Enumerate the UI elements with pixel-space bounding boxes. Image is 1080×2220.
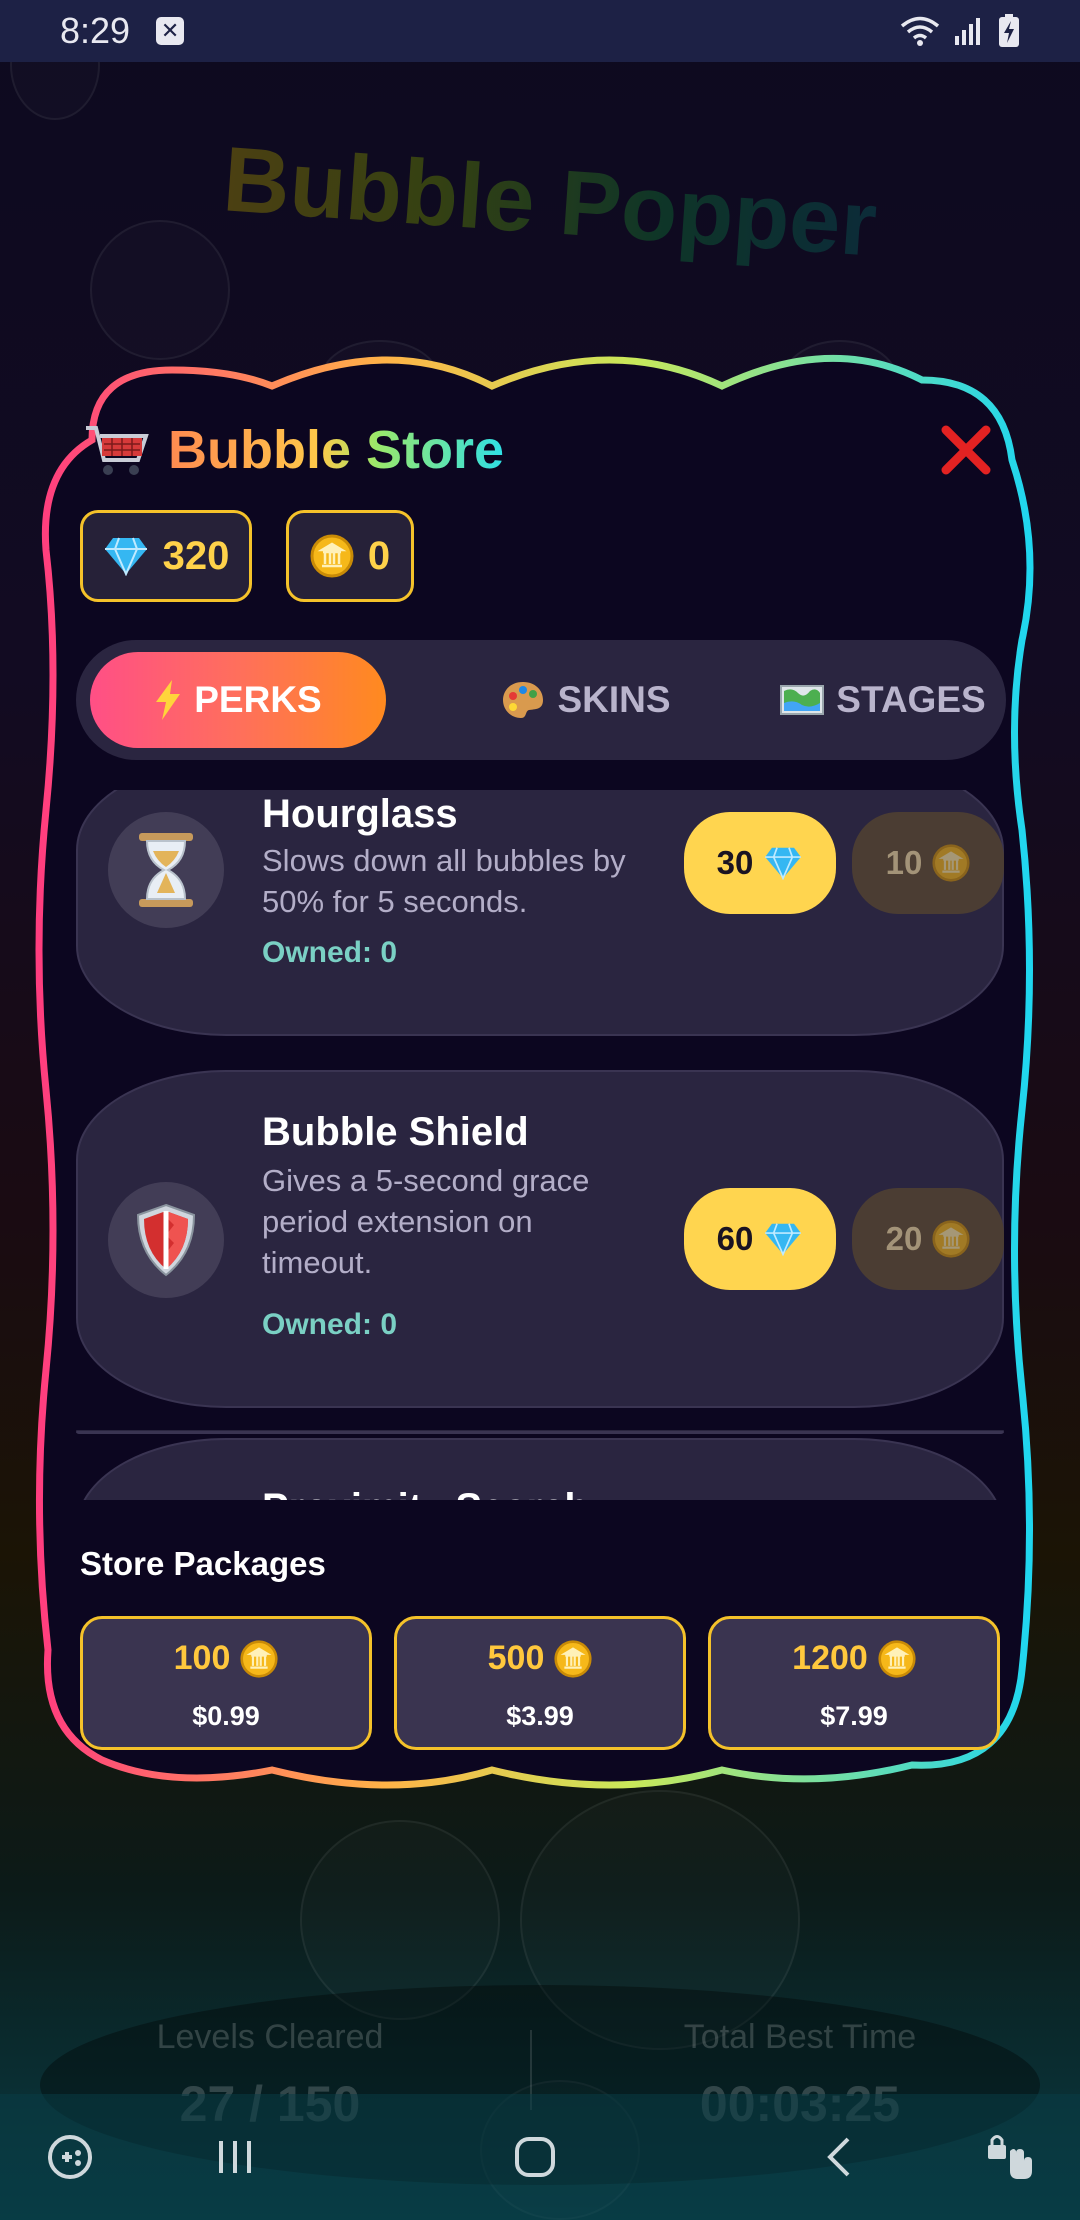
signal-icon	[955, 18, 980, 45]
perk-list[interactable]: Hourglass Slows down all bubbles by 50% …	[76, 790, 1004, 1500]
hourglass-icon	[139, 833, 193, 907]
buy-with-gems-button[interactable]: 60	[684, 1188, 836, 1290]
store-title: Bubble Store	[168, 420, 505, 480]
map-icon	[780, 685, 825, 715]
game-title: Bubble Popper	[197, 126, 903, 280]
battery-charging-icon	[999, 14, 1019, 47]
perk-icon-frame	[108, 1182, 224, 1298]
gem-balance: 320	[80, 510, 252, 602]
perk-icon-frame	[108, 812, 224, 928]
shield-icon	[136, 1203, 196, 1277]
gem-icon	[104, 537, 147, 576]
perk-card-hourglass: Hourglass Slows down all bubbles by 50% …	[76, 790, 1004, 1036]
back-icon	[827, 2137, 850, 2177]
coin-price: 10	[885, 844, 923, 881]
close-button[interactable]	[938, 422, 994, 478]
stat-label: Total Best Time	[683, 2018, 917, 2056]
tab-label: SKINS	[557, 679, 671, 720]
touch-lock-icon	[988, 2135, 1032, 2179]
packages-title: Store Packages	[80, 1545, 326, 1582]
recent-apps-icon	[219, 2141, 251, 2173]
store-header: Bubble Store	[82, 415, 504, 485]
coin-icon	[310, 534, 354, 578]
package-price: $7.99	[820, 1701, 888, 1731]
perk-name: Bubble Shield	[262, 1110, 529, 1154]
coin-price: 20	[885, 1220, 923, 1257]
perk-name: Hourglass	[262, 792, 458, 836]
back-button[interactable]	[800, 2094, 880, 2220]
home-button[interactable]	[490, 2094, 580, 2220]
tab-skins[interactable]: SKINS	[476, 652, 696, 748]
gem-icon	[765, 847, 802, 880]
package-100-coins[interactable]: 100 $0.99	[80, 1616, 372, 1750]
perk-name: Proximity Search	[262, 1486, 589, 1500]
perk-owned: Owned: 0	[262, 1308, 398, 1341]
tab-label: PERKS	[194, 679, 322, 720]
game-launcher-button[interactable]	[30, 2094, 110, 2220]
package-coin-amount: 1200	[792, 1639, 868, 1677]
store-modal: Bubble Store 320 0 PERKS SKINS STAGES Ho…	[32, 350, 1048, 1800]
package-amount: 500	[397, 1639, 683, 1678]
buy-with-gems-button[interactable]: 30	[684, 812, 836, 914]
perk-card-bubble-shield: Bubble Shield Gives a 5-second grace per…	[76, 1070, 1004, 1408]
package-1200-coins[interactable]: 1200 $7.99	[708, 1616, 1000, 1750]
tab-label: STAGES	[836, 679, 986, 720]
coin-icon	[240, 1639, 278, 1678]
close-icon	[941, 425, 991, 475]
store-tabs: PERKS SKINS STAGES	[76, 640, 1006, 760]
gem-price: 30	[716, 844, 754, 881]
status-bar: 8:29 ✕	[0, 0, 1080, 62]
home-icon	[515, 2137, 555, 2177]
palette-icon	[503, 682, 544, 718]
package-price: $3.99	[506, 1701, 574, 1731]
package-coin-amount: 500	[487, 1639, 545, 1677]
perk-card-proximity-search: Proximity Search	[76, 1438, 1004, 1500]
notification-icon: ✕	[156, 17, 185, 45]
perk-description: Slows down all bubbles by 50% for 5 seco…	[262, 843, 626, 919]
wifi-icon	[900, 16, 940, 46]
perk-description: Gives a 5-second grace period extension …	[262, 1163, 590, 1280]
package-amount: 1200	[711, 1639, 997, 1678]
tab-stages[interactable]: STAGES	[768, 652, 998, 748]
gem-icon	[765, 1223, 802, 1256]
buy-with-coins-button[interactable]: 10	[852, 812, 1004, 914]
coin-icon	[932, 844, 970, 882]
status-icons	[900, 14, 1020, 48]
package-500-coins[interactable]: 500 $3.99	[394, 1616, 686, 1750]
lightning-icon	[156, 680, 181, 720]
coin-icon	[932, 1220, 970, 1258]
system-nav-bar	[0, 2094, 1080, 2220]
background-bubble	[90, 220, 230, 360]
status-time: 8:29	[60, 10, 131, 51]
package-price: $0.99	[192, 1701, 260, 1731]
gamepad-icon	[48, 2135, 92, 2179]
perk-card-spacer	[76, 1430, 1004, 1431]
recent-apps-button[interactable]	[190, 2094, 280, 2220]
coin-icon	[878, 1639, 916, 1678]
stat-label: Levels Cleared	[156, 2018, 384, 2056]
coin-balance: 0	[286, 510, 414, 602]
package-amount: 100	[83, 1639, 369, 1678]
coin-count: 0	[367, 533, 391, 578]
package-coin-amount: 100	[173, 1639, 231, 1677]
perk-owned: Owned: 0	[262, 936, 398, 969]
coin-icon	[554, 1639, 592, 1678]
shopping-cart-icon	[86, 426, 149, 475]
gem-count: 320	[162, 533, 230, 578]
touch-lock-button[interactable]	[970, 2094, 1050, 2220]
tab-perks[interactable]: PERKS	[90, 652, 386, 748]
buy-with-coins-button[interactable]: 20	[852, 1188, 1004, 1290]
gem-price: 60	[716, 1220, 754, 1257]
